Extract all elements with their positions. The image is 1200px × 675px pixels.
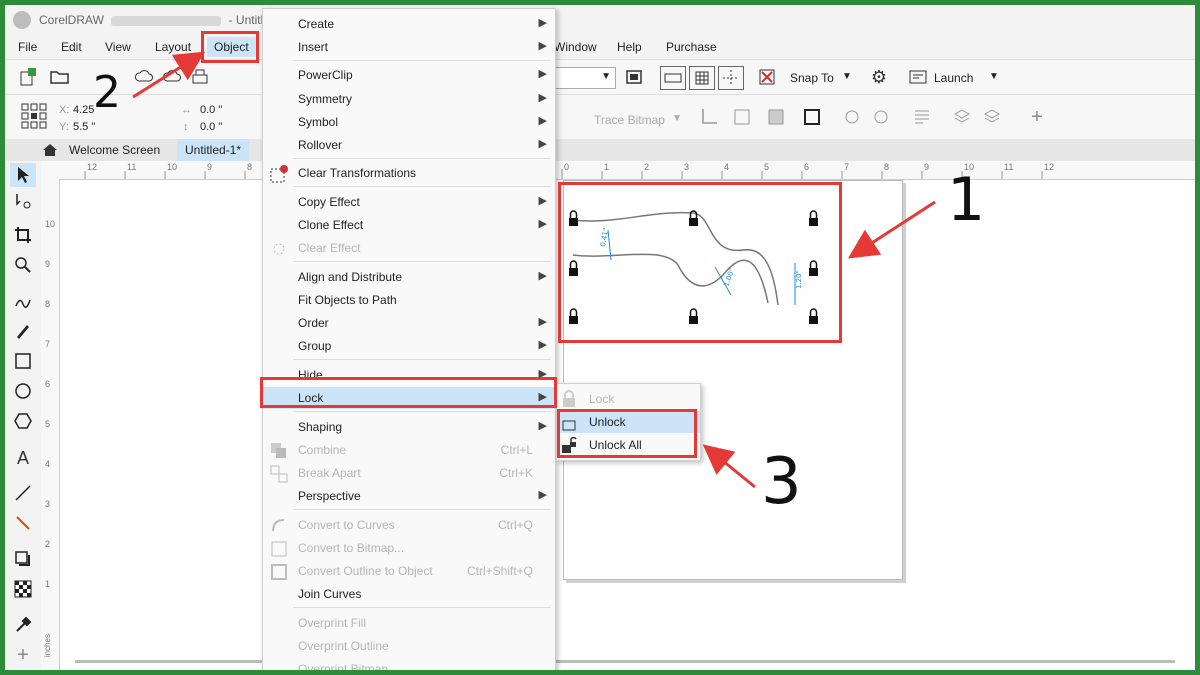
app-window: CorelDRAW - Untitled File Edit View Layo… bbox=[5, 5, 1195, 670]
arrow-to-unlock bbox=[702, 444, 756, 489]
annotation-arrows bbox=[132, 51, 936, 489]
arrow-to-object-menu bbox=[132, 51, 206, 99]
arrow-to-locked-objects bbox=[847, 200, 936, 259]
annotation-number-1: 1 bbox=[947, 165, 986, 235]
annotation-number-2: 2 bbox=[93, 67, 121, 118]
annotation-number-3: 3 bbox=[761, 445, 802, 519]
